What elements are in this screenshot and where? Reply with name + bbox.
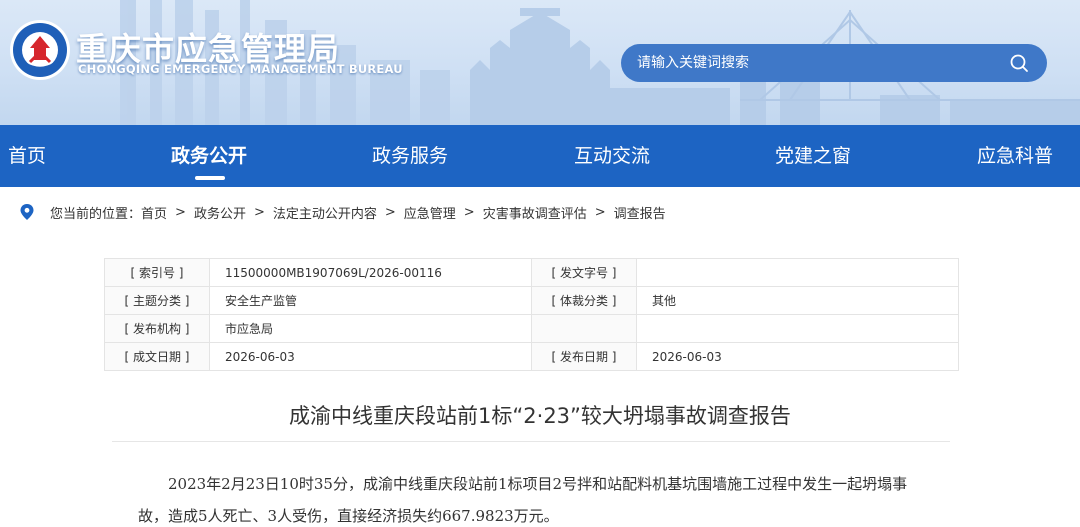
site-subtitle: CHONGQING EMERGENCY MANAGEMENT BUREAU (78, 62, 403, 76)
breadcrumb-item[interactable]: 首页 (141, 203, 167, 222)
info-value (636, 258, 959, 287)
table-row: [ 发布机构 ] 市应急局 (104, 314, 959, 343)
breadcrumb-item[interactable]: 法定主动公开内容 (273, 203, 377, 222)
breadcrumb-prefix: 您当前的位置： (50, 206, 142, 222)
search-box (621, 44, 1047, 82)
article-paragraph-line: 2023年2月23日10时35分，成渝中线重庆段站前1标项目2号拌和站配料机基坑… (168, 475, 908, 493)
header-banner: 重庆市应急管理局 CHONGQING EMERGENCY MANAGEMENT … (0, 0, 1080, 125)
search-input[interactable] (621, 44, 991, 82)
breadcrumb-separator: > (384, 204, 396, 220)
nav-item-party-building[interactable]: 党建之窗 (775, 125, 851, 187)
article-title: 成渝中线重庆段站前1标“2·23”较大坍塌事故调查报告 (289, 404, 791, 428)
info-key (531, 314, 637, 343)
bureau-emblem-icon (10, 20, 70, 80)
info-key: [ 发布机构 ] (104, 314, 210, 343)
info-value: 11500000MB1907069L/2026-00116 (209, 258, 532, 287)
breadcrumb-item-current[interactable]: 调查报告 (614, 203, 666, 222)
table-row: [ 主题分类 ] 安全生产监管 [ 体裁分类 ] 其他 (104, 286, 959, 315)
breadcrumb-item[interactable]: 灾害事故调查评估 (483, 203, 587, 222)
info-key: [ 索引号 ] (104, 258, 210, 287)
article-paragraph-line: 故，造成5人死亡、3人受伤，直接经济损失约667.9823万元。 (138, 507, 559, 525)
info-value: 其他 (636, 286, 959, 315)
document-info-table: [ 索引号 ] 11500000MB1907069L/2026-00116 [ … (104, 258, 959, 371)
info-key: [ 发文字号 ] (531, 258, 637, 287)
location-pin-icon (20, 204, 34, 220)
breadcrumb-separator: > (594, 204, 606, 220)
title-divider (112, 441, 950, 442)
info-value: 市应急局 (209, 314, 532, 343)
nav-item-emergency-science[interactable]: 应急科普 (977, 125, 1053, 187)
nav-item-interaction[interactable]: 互动交流 (574, 125, 650, 187)
info-value (636, 314, 959, 343)
table-row: [ 索引号 ] 11500000MB1907069L/2026-00116 [ … (104, 258, 959, 287)
breadcrumb-item[interactable]: 政务公开 (194, 203, 246, 222)
info-key: [ 发布日期 ] (531, 342, 637, 371)
main-nav: 首页 政务公开 政务服务 互动交流 党建之窗 应急科普 (0, 125, 1080, 187)
search-icon[interactable] (1009, 53, 1029, 73)
breadcrumb-separator: > (463, 204, 475, 220)
info-value: 安全生产监管 (209, 286, 532, 315)
breadcrumb-separator: > (175, 204, 186, 220)
table-row: [ 成文日期 ] 2026-06-03 [ 发布日期 ] 2026-06-03 (104, 342, 959, 371)
nav-item-government-services[interactable]: 政务服务 (372, 125, 448, 187)
breadcrumb-item[interactable]: 应急管理 (404, 203, 456, 222)
info-key: [ 主题分类 ] (104, 286, 210, 315)
nav-item-home[interactable]: 首页 (8, 125, 46, 187)
breadcrumb: 您当前的位置： 首页 > 政务公开 > 法定主动公开内容 > 应急管理 > 灾害… (20, 202, 666, 222)
breadcrumb-separator: > (253, 204, 265, 220)
active-nav-indicator (195, 176, 225, 180)
info-value: 2026-06-03 (636, 342, 959, 371)
info-value: 2026-06-03 (209, 342, 532, 371)
info-key: [ 成文日期 ] (104, 342, 210, 371)
info-key: [ 体裁分类 ] (531, 286, 637, 315)
